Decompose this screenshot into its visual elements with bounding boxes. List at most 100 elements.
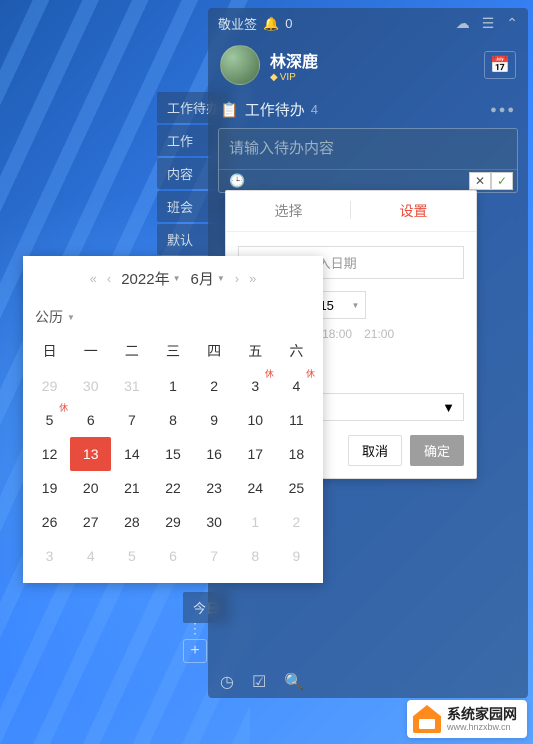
calendar-day[interactable]: 3: [29, 539, 70, 573]
house-icon: [413, 705, 441, 733]
tab-select[interactable]: 选择: [226, 191, 351, 231]
calendar-day[interactable]: 1: [152, 369, 193, 403]
section-header: 📋 工作待办 4 ●●●: [208, 91, 528, 128]
cancel-button[interactable]: 取消: [348, 435, 402, 466]
user-name: 林深鹿: [270, 48, 318, 72]
calendar-dow: 三: [152, 333, 193, 369]
prev-month-icon[interactable]: ‹: [107, 271, 111, 286]
bottom-toolbar: ◷ ☑ 🔍: [220, 672, 304, 692]
input-confirm-button[interactable]: ✓: [491, 172, 513, 190]
calendar-day[interactable]: 31: [111, 369, 152, 403]
vip-badge: ◆ VIP: [270, 72, 318, 83]
calendar-day[interactable]: 11: [276, 403, 317, 437]
watermark: 系统家园网 www.hnzxbw.cn: [407, 700, 527, 738]
add-button[interactable]: +: [183, 639, 207, 663]
calendar-day[interactable]: 8: [152, 403, 193, 437]
todo-input[interactable]: 请输入待办内容: [219, 129, 517, 169]
calendar-day[interactable]: 7: [111, 403, 152, 437]
calendar-day[interactable]: 23: [194, 471, 235, 505]
calendar-day[interactable]: 27: [70, 505, 111, 539]
calendar-day[interactable]: 19: [29, 471, 70, 505]
calendar-dow: 日: [29, 333, 70, 369]
calendar-day[interactable]: 3休: [235, 369, 276, 403]
calendar-toggle-icon[interactable]: 📅: [484, 51, 516, 79]
holiday-mark: 休: [59, 401, 68, 414]
calendar-panel: « ‹ 2022年▼ 6月▼ › » 公历▼ 日一二三四五六293031123休…: [23, 256, 323, 583]
calendar-type-select[interactable]: 公历▼: [23, 301, 323, 333]
calendar-day[interactable]: 6: [152, 539, 193, 573]
calendar-day[interactable]: 5: [111, 539, 152, 573]
bell-icon[interactable]: 🔔: [263, 16, 279, 32]
schedule-icon[interactable]: 🕒: [229, 173, 245, 189]
calendar-day[interactable]: 25: [276, 471, 317, 505]
app-title: 敬业签: [218, 14, 257, 33]
calendar-day[interactable]: 5休: [29, 403, 70, 437]
calendar-dow: 二: [111, 333, 152, 369]
calendar-dow: 六: [276, 333, 317, 369]
calendar-day[interactable]: 1: [235, 505, 276, 539]
calendar-day[interactable]: 4: [70, 539, 111, 573]
calendar-day[interactable]: 12: [29, 437, 70, 471]
calendar-day[interactable]: 10: [235, 403, 276, 437]
calendar-day[interactable]: 30: [194, 505, 235, 539]
app-header: 敬业签 🔔 0 ☁ ☰ ⌃: [208, 8, 528, 39]
diamond-icon: ◆: [270, 72, 278, 83]
calendar-day[interactable]: 18: [276, 437, 317, 471]
section-title: 工作待办: [245, 99, 305, 120]
calendar-day[interactable]: 9: [276, 539, 317, 573]
watermark-sub: www.hnzxbw.cn: [447, 722, 517, 732]
calendar-day[interactable]: 29: [29, 369, 70, 403]
tab-settings[interactable]: 设置: [351, 191, 476, 231]
month-select[interactable]: 6月▼: [191, 268, 225, 289]
input-cancel-button[interactable]: ✕: [469, 172, 491, 190]
avatar[interactable]: [220, 45, 260, 85]
calendar-day[interactable]: 24: [235, 471, 276, 505]
check-icon[interactable]: ☑: [252, 672, 266, 692]
calendar-day[interactable]: 26: [29, 505, 70, 539]
calendar-day[interactable]: 22: [152, 471, 193, 505]
section-more-icon[interactable]: ●●●: [490, 104, 516, 116]
calendar-grid: 日一二三四五六293031123休4休5休6789101112131415161…: [23, 333, 323, 573]
calendar-dow: 五: [235, 333, 276, 369]
collapse-icon[interactable]: ⌃: [506, 15, 518, 32]
calendar-day[interactable]: 2: [194, 369, 235, 403]
prev-year-icon[interactable]: «: [90, 271, 97, 286]
calendar-day[interactable]: 9: [194, 403, 235, 437]
clipboard-icon: 📋: [220, 101, 239, 119]
calendar-day[interactable]: 21: [111, 471, 152, 505]
calendar-day[interactable]: 2: [276, 505, 317, 539]
watermark-title: 系统家园网: [447, 706, 517, 722]
next-month-icon[interactable]: ›: [235, 271, 239, 286]
search-icon[interactable]: 🔍: [284, 672, 304, 692]
calendar-day[interactable]: 13: [70, 437, 111, 471]
calendar-day[interactable]: 17: [235, 437, 276, 471]
profile-row: 林深鹿 ◆ VIP 📅: [208, 39, 528, 91]
section-count: 4: [311, 102, 318, 117]
holiday-mark: 休: [306, 367, 315, 380]
calendar-day[interactable]: 14: [111, 437, 152, 471]
clock-icon[interactable]: ◷: [220, 672, 234, 692]
calendar-day[interactable]: 4休: [276, 369, 317, 403]
calendar-day[interactable]: 28: [111, 505, 152, 539]
calendar-day[interactable]: 15: [152, 437, 193, 471]
quick-time-3[interactable]: 21:00: [364, 327, 394, 341]
menu-icon[interactable]: ☰: [482, 15, 495, 32]
calendar-day[interactable]: 29: [152, 505, 193, 539]
holiday-mark: 休: [265, 367, 274, 380]
next-year-icon[interactable]: »: [249, 271, 256, 286]
calendar-day[interactable]: 30: [70, 369, 111, 403]
notification-count: 0: [285, 16, 292, 31]
more-vert-icon[interactable]: ⋮: [188, 625, 202, 631]
quick-time-2[interactable]: 18:00: [322, 327, 352, 341]
calendar-dow: 四: [194, 333, 235, 369]
calendar-day[interactable]: 6: [70, 403, 111, 437]
todo-input-card: 请输入待办内容 🕒 ✕ ✓: [218, 128, 518, 193]
calendar-day[interactable]: 8: [235, 539, 276, 573]
calendar-day[interactable]: 20: [70, 471, 111, 505]
calendar-day[interactable]: 7: [194, 539, 235, 573]
calendar-dow: 一: [70, 333, 111, 369]
confirm-button[interactable]: 确定: [410, 435, 464, 466]
calendar-day[interactable]: 16: [194, 437, 235, 471]
cloud-icon[interactable]: ☁: [456, 15, 470, 32]
year-select[interactable]: 2022年▼: [121, 268, 180, 289]
